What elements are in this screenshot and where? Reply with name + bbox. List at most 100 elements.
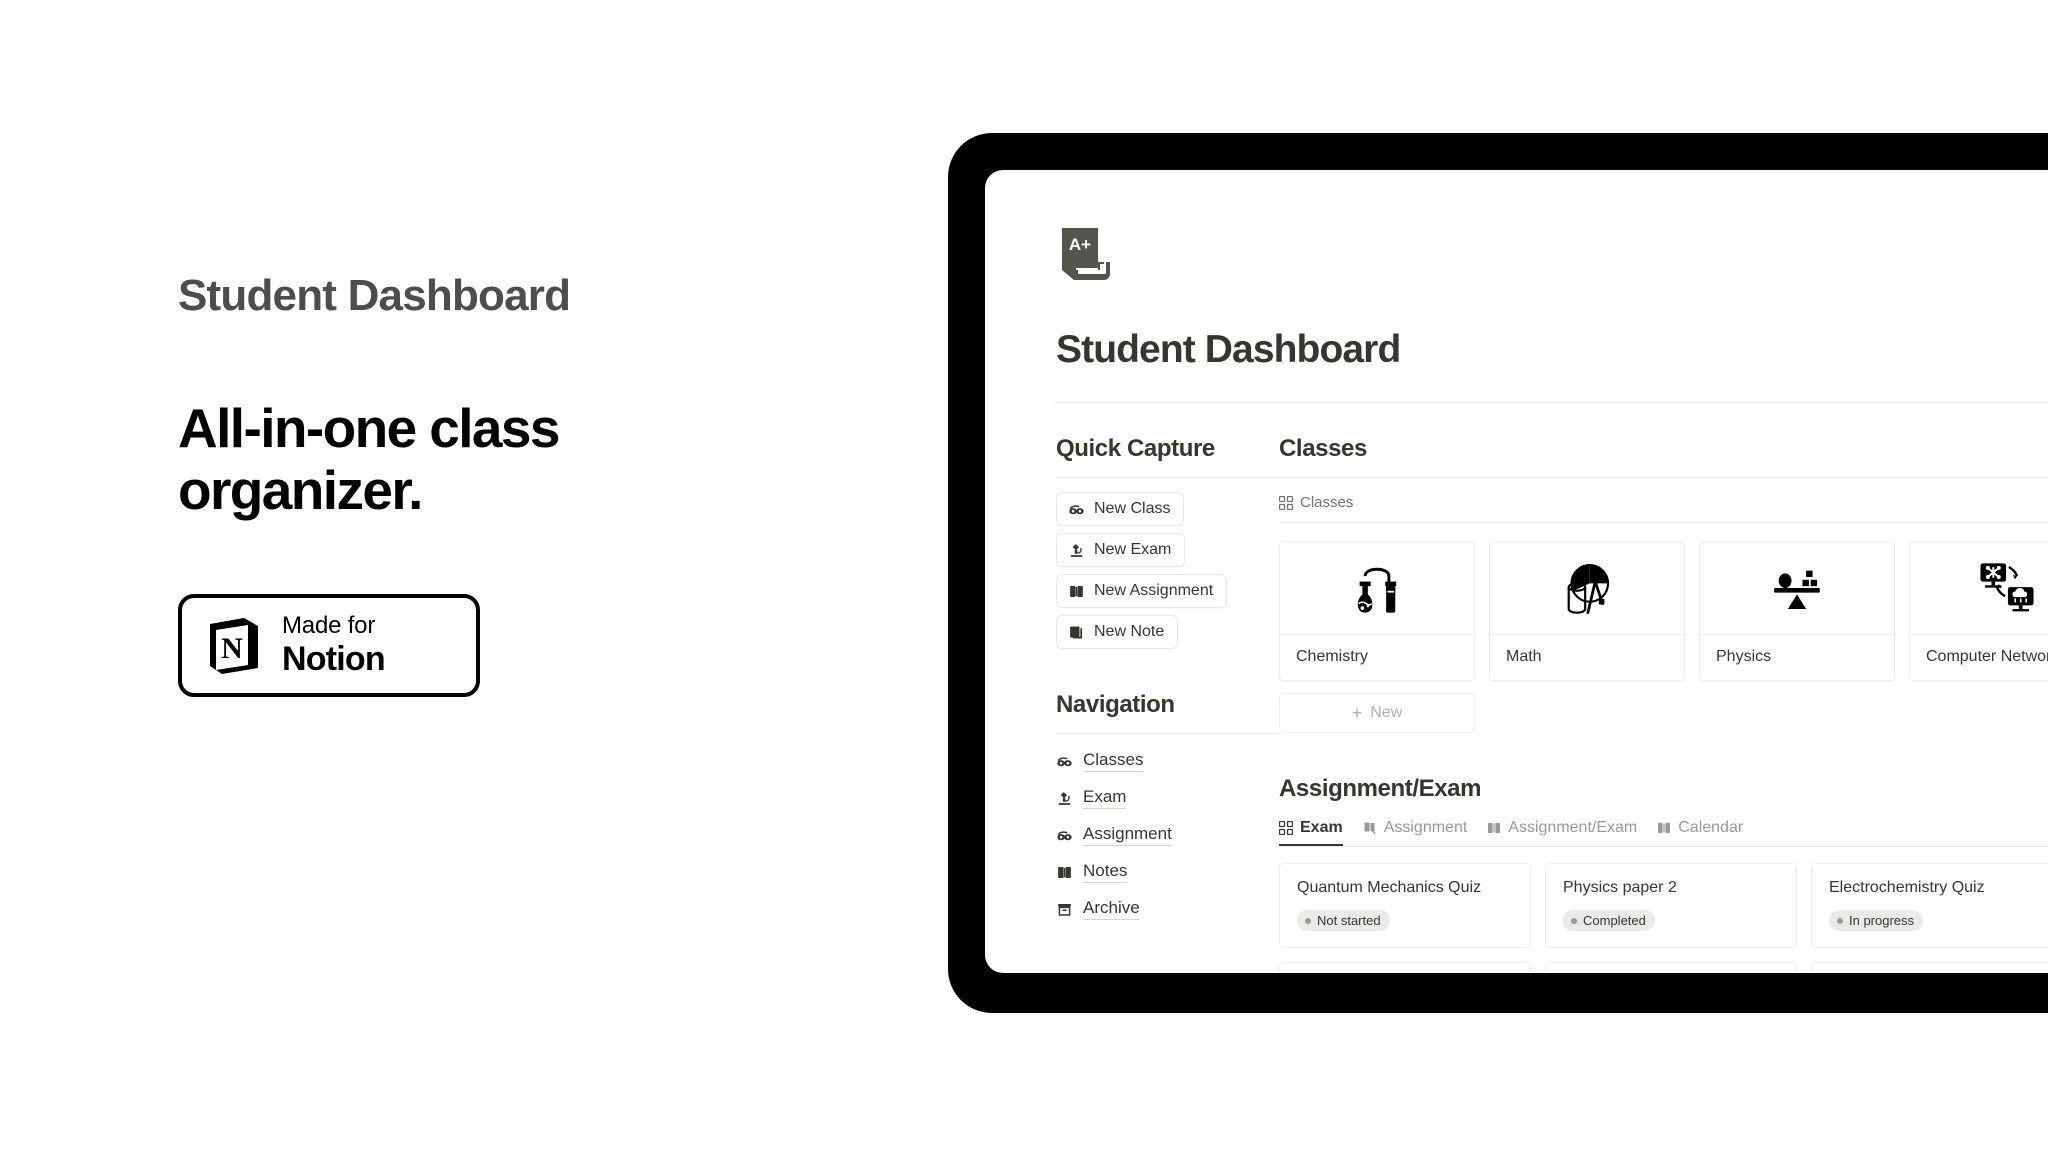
new-assignment-label: New Assignment (1094, 582, 1214, 599)
new-class-label: New Class (1094, 500, 1171, 517)
tablet-device-frame: A+ Student Dashboard Quick Capture New C… (948, 133, 2048, 1013)
computer-network-icon (1910, 542, 2048, 635)
svg-text:A+: A+ (1069, 235, 1091, 254)
nav-item-notes[interactable]: Notes (1056, 861, 1279, 883)
tablet-screen: A+ Student Dashboard Quick Capture New C… (985, 170, 2048, 973)
exam-card[interactable]: Electrochemistry Quiz In progress (1811, 863, 2048, 948)
assignment-exam-tabs: Exam Assignment Assignment/Exam Calendar (1278, 819, 2048, 847)
status-dot-icon (1305, 917, 1311, 924)
geometry-compass-icon (1490, 542, 1684, 635)
quick-capture-divider (1056, 477, 1279, 478)
title-divider (1054, 402, 2048, 403)
made-for-notion-badge: N Made for Notion (178, 593, 480, 697)
exam-card[interactable]: Probability Quiz (1811, 962, 2048, 973)
exam-card[interactable]: Physics paper 2 Completed (1545, 863, 1797, 948)
right-column: Classes Classes Chemistry Math Physics C… (1278, 435, 2048, 973)
status-dot-icon (1571, 917, 1577, 924)
gallery-grid-icon (1278, 820, 1294, 836)
status-label: In progress (1849, 913, 1915, 928)
plus-icon: + (1351, 703, 1363, 723)
exam-card[interactable]: Quantum Mechanics Quiz Not started (1279, 863, 1531, 948)
tab-calendar[interactable]: Calendar (1657, 819, 1743, 846)
note-icon (1068, 624, 1085, 641)
navigation-list: Classes Exam Assignment Notes Archive (1056, 750, 1279, 920)
chemistry-flask-icon (1280, 542, 1474, 635)
goggles-icon (1056, 753, 1073, 770)
nav-item-assignment[interactable]: Assignment (1056, 824, 1279, 846)
balance-scale-icon (1700, 542, 1894, 635)
exam-card[interactable]: Chemistry paper 1 (1545, 962, 1797, 973)
gallery-grid-icon (1278, 495, 1294, 510)
tab-assignment-exam-label: Assignment/Exam (1508, 819, 1638, 836)
class-card-physics[interactable]: Physics (1699, 541, 1895, 681)
quick-capture-block: Quick Capture New Class New Exam New Ass… (1056, 435, 1279, 649)
status-label: Not started (1317, 913, 1381, 928)
hand-book-icon (1363, 821, 1377, 835)
classes-db-tabrow: Classes (1278, 494, 2048, 523)
tab-assignment-exam[interactable]: Assignment/Exam (1487, 819, 1637, 846)
tab-assignment[interactable]: Assignment (1363, 819, 1468, 846)
nav-label-assignment: Assignment (1083, 824, 1172, 846)
tab-calendar-label: Calendar (1678, 819, 1744, 836)
navigation-heading: Navigation (1056, 691, 1175, 718)
page-title: Student Dashboard (1056, 328, 1401, 371)
quick-capture-button-list: New Class New Exam New Assignment New No… (1056, 492, 1279, 649)
new-exam-button[interactable]: New Exam (1056, 533, 1186, 567)
nav-item-exam[interactable]: Exam (1056, 787, 1279, 809)
classes-block: Classes Classes Chemistry Math Physics C… (1278, 435, 2048, 733)
badge-made-for-label: Made for (282, 612, 376, 640)
status-dot-icon (1837, 917, 1843, 924)
svg-text:N: N (221, 632, 243, 665)
product-name-eyebrow: Student Dashboard (178, 271, 571, 320)
class-name-physics: Physics (1716, 648, 1772, 665)
open-book-icon (1657, 821, 1671, 835)
class-name-math: Math (1506, 648, 1542, 665)
quick-capture-heading: Quick Capture (1056, 435, 1215, 462)
class-card-chemistry[interactable]: Chemistry (1279, 541, 1475, 681)
db-tab-classes-label: Classes (1300, 494, 1354, 511)
notion-cube-icon: N (204, 614, 264, 676)
class-name-computer-networks: Computer Networks (1926, 648, 2048, 665)
screenshot-canvas: Student Dashboard All-in-one class organ… (0, 0, 2048, 1152)
nav-label-notes: Notes (1083, 861, 1128, 883)
class-card-math[interactable]: Math (1489, 541, 1685, 681)
class-card-computer-networks[interactable]: Computer Networks (1909, 541, 2048, 681)
nav-item-classes[interactable]: Classes (1056, 750, 1279, 772)
tab-exam-label: Exam (1300, 819, 1343, 836)
tab-exam[interactable]: Exam (1278, 819, 1343, 846)
open-book-icon (1056, 864, 1073, 881)
assignment-exam-heading: Assignment/Exam (1279, 775, 1482, 802)
marketing-headline: All-in-one class organizer. (178, 397, 560, 521)
microscope-icon (1068, 542, 1085, 559)
new-class-card-label: New (1370, 704, 1403, 721)
open-book-icon (1487, 821, 1501, 835)
left-column: Quick Capture New Class New Exam New Ass… (1056, 435, 1279, 973)
status-badge: Completed (1563, 910, 1655, 931)
class-name-chemistry: Chemistry (1296, 648, 1369, 665)
new-class-button[interactable]: New Class (1056, 492, 1185, 526)
new-note-button[interactable]: New Note (1056, 615, 1179, 649)
notion-page: A+ Student Dashboard Quick Capture New C… (985, 170, 2048, 973)
page-columns: Quick Capture New Class New Exam New Ass… (1056, 435, 2048, 973)
new-class-card-button[interactable]: + New (1279, 693, 1475, 733)
exam-card-title: Physics paper 2 (1563, 879, 1677, 896)
assignment-exam-card-grid: Quantum Mechanics Quiz Not started Physi… (1279, 863, 2048, 973)
tab-assignment-label: Assignment (1383, 819, 1468, 836)
status-badge: Not started (1297, 910, 1390, 931)
navigation-divider (1056, 733, 1279, 734)
new-assignment-button[interactable]: New Assignment (1056, 574, 1228, 608)
microscope-icon (1056, 790, 1073, 807)
nav-item-archive[interactable]: Archive (1056, 898, 1279, 920)
exam-card[interactable]: Chemical Kinetics Quiz (1279, 962, 1531, 973)
exam-card-title: Quantum Mechanics Quiz (1297, 879, 1482, 896)
status-badge: In progress (1829, 910, 1924, 931)
classes-heading: Classes (1279, 435, 1367, 462)
open-book-icon (1068, 583, 1085, 600)
classes-card-row: Chemistry Math Physics Computer Netwo (1279, 541, 2048, 681)
assignment-exam-block: Assignment/Exam Exam Assignment Assignme… (1278, 775, 2048, 973)
nav-label-classes: Classes (1083, 750, 1144, 772)
badge-text: Made for Notion (282, 612, 386, 677)
db-tab-classes[interactable]: Classes (1278, 494, 1354, 511)
navigation-block: Navigation Classes Exam Assignment Notes… (1056, 691, 1279, 920)
marketing-panel: Student Dashboard All-in-one class organ… (178, 271, 818, 697)
